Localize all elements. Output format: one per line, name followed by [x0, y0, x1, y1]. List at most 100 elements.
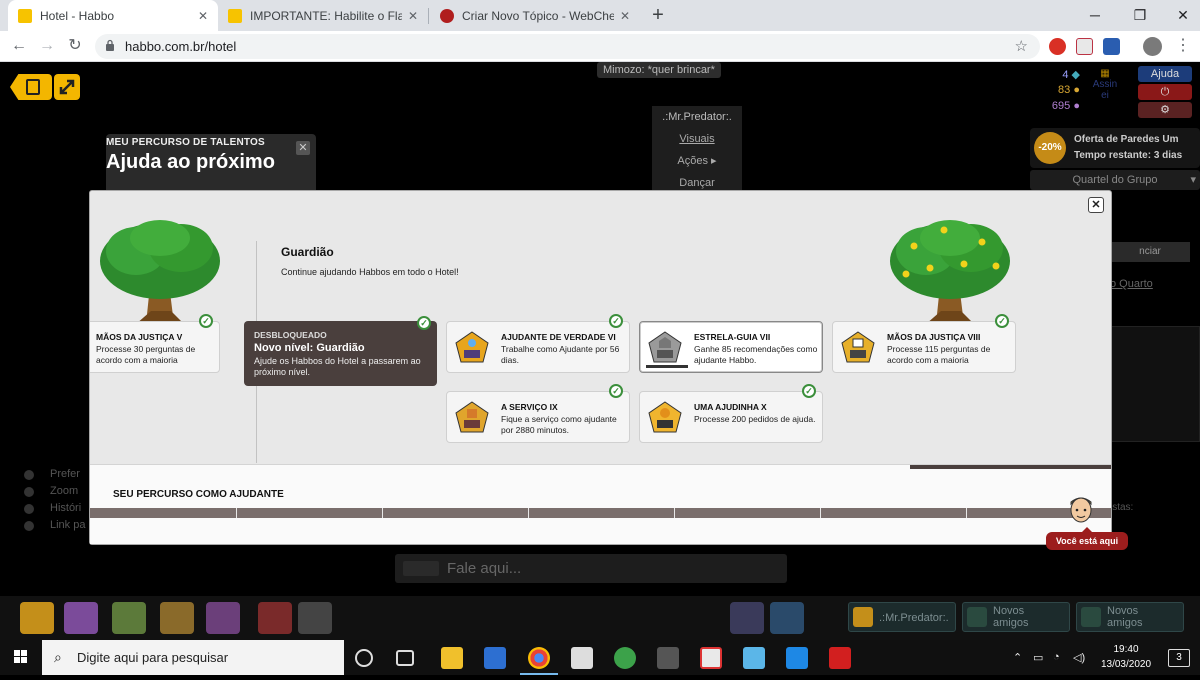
checkmark-icon: ✓ [609, 314, 623, 328]
avatar [853, 607, 873, 627]
help-button[interactable]: Ajuda [1138, 66, 1192, 82]
fullscreen-button[interactable] [54, 74, 80, 100]
friend-slot-new-2[interactable]: Novos amigos [1076, 602, 1184, 632]
avatar [1070, 497, 1092, 523]
profile-avatar[interactable] [1143, 37, 1162, 56]
avatar-icon[interactable] [258, 602, 292, 634]
checklist-app-icon[interactable] [700, 647, 722, 669]
chrome-icon[interactable] [528, 647, 550, 669]
friends-icon[interactable] [730, 602, 764, 634]
windows-start-button[interactable] [0, 640, 42, 675]
navigator-icon[interactable] [20, 602, 54, 634]
path-segment-divider [820, 508, 821, 518]
habbo-logo-icon [26, 79, 40, 95]
back-button[interactable]: ← [8, 35, 30, 57]
task-card-estrela-guia-vii[interactable]: ESTRELA-GUIA VII Ganhe 85 recomendações … [639, 321, 823, 373]
forward-button[interactable]: → [36, 35, 58, 57]
offer-title: Oferta de Paredes Um [1074, 134, 1179, 145]
habbo-game-canvas[interactable]: Mimozo: *quer brincar* MEU PERCURSO DE T… [0, 62, 1200, 640]
search-friends-icon[interactable] [770, 602, 804, 634]
volume-icon[interactable]: ◁) [1073, 651, 1085, 664]
notifications-button[interactable]: 3 [1168, 649, 1190, 667]
camera-icon[interactable] [298, 602, 332, 634]
new-friends-label: Novos amigos [993, 605, 1029, 629]
app-icon[interactable] [484, 647, 506, 669]
close-icon[interactable]: ✕ [620, 9, 630, 23]
media-app-icon[interactable] [657, 647, 679, 669]
adblock-extension-icon[interactable] [1049, 38, 1066, 55]
side-label: istas: [1110, 502, 1134, 513]
inventory-icon[interactable] [160, 602, 194, 634]
close-icon[interactable]: ✕ [198, 9, 208, 23]
tab-webcheats[interactable]: Criar Novo Tópico - WebCheats ✕ [430, 0, 640, 31]
task-title: ESTRELA-GUIA VII [694, 332, 771, 342]
task-card-uma-ajudinha-x[interactable]: ✓ UMA AJUDINHA X Processe 200 pedidos de… [639, 384, 823, 443]
credits-value: 83 [1058, 84, 1071, 96]
unlocked-desc: Ajude os Habbos do Hotel a passarem ao p… [254, 356, 421, 377]
inventory-side-panel [1106, 326, 1200, 442]
reload-button[interactable]: ↻ [64, 35, 86, 57]
task-title: MÃOS DA JUSTIÇA VIII [887, 332, 981, 342]
taskbar-search-input[interactable]: ⌕ Digite aqui para pesquisar [42, 640, 344, 675]
file-explorer-icon[interactable] [441, 647, 463, 669]
address-bar[interactable]: habbo.com.br/hotel ☆ [95, 34, 1040, 59]
horizontal-scrollbar[interactable] [910, 465, 1111, 469]
close-icon[interactable]: ✕ [408, 9, 418, 23]
close-icon[interactable]: ✕ [1088, 197, 1104, 213]
offer-banner[interactable]: -20% Oferta de Paredes Um Tempo restante… [1030, 128, 1200, 168]
tab-importante[interactable]: IMPORTANTE: Habilite o Flash Pla ✕ [218, 0, 428, 31]
tree-level-icon [100, 220, 220, 324]
tab-habbo-hotel[interactable]: Hotel - Habbo ✕ [8, 0, 218, 31]
friend-slot-self[interactable]: .:Mr.Predator:. [848, 602, 956, 632]
chat-style-selector[interactable] [403, 561, 439, 576]
helper-path-bar [90, 508, 1111, 518]
new-tab-button[interactable]: + [648, 4, 668, 26]
acrobat-icon[interactable] [829, 647, 851, 669]
club-button[interactable]: ▦ Assin ei [1090, 68, 1120, 101]
menu-kebab-icon[interactable]: ⋮ [1172, 35, 1194, 57]
task-desc: Fique a serviço como ajudante por 2880 m… [501, 414, 617, 435]
ducket-icon: ● [1073, 100, 1080, 112]
pdf-extension-icon[interactable] [1076, 38, 1093, 55]
chat-input[interactable]: Fale aqui... [395, 554, 787, 583]
close-window-button[interactable]: ✕ [1168, 4, 1198, 26]
wifi-icon[interactable]: ◔ [1053, 651, 1060, 663]
service-badge-icon [455, 401, 489, 433]
logout-button[interactable]: ⏻ [1138, 84, 1192, 100]
shop-icon[interactable] [206, 602, 240, 634]
room-link[interactable]: o Quarto [1110, 278, 1153, 290]
chat-bubble[interactable]: Mimozo: *quer brincar* [597, 62, 721, 78]
battery-icon[interactable]: ▭ [1033, 651, 1043, 664]
cortana-icon[interactable] [355, 649, 373, 667]
task-card-ajudante-verdade-vi[interactable]: ✓ AJUDANTE DE VERDADE VI Trabalhe como A… [446, 314, 630, 373]
level-title: Guardião [281, 245, 334, 259]
exit-room-button[interactable] [10, 74, 52, 100]
justice-badge-icon [841, 331, 875, 363]
chevron-up-icon[interactable]: ⌃ [1013, 651, 1022, 664]
download-extension-icon[interactable] [1103, 38, 1120, 55]
bookmark-star-icon[interactable]: ☆ [1015, 37, 1028, 55]
task-desc: Processe 30 perguntas de acordo com a ma… [96, 344, 196, 365]
calculator-icon[interactable] [571, 647, 593, 669]
unlocked-title: Novo nível: Guardião [254, 342, 365, 354]
system-clock[interactable]: 19:40 13/03/2020 [1096, 642, 1156, 672]
manage-button[interactable]: nciar [1110, 242, 1190, 262]
utorrent-icon[interactable] [614, 647, 636, 669]
close-icon[interactable]: ✕ [296, 141, 310, 155]
task-view-icon[interactable] [396, 650, 414, 666]
user-menu-visuals[interactable]: Visuais [652, 128, 742, 150]
settings-button[interactable]: ⚙ [1138, 102, 1192, 118]
minimize-button[interactable]: ─ [1080, 4, 1110, 26]
catalog-icon[interactable] [64, 602, 98, 634]
group-hq-header[interactable]: Quartel do Grupo ▾ [1030, 170, 1200, 190]
notes-app-icon[interactable] [743, 647, 765, 669]
store-app-icon[interactable] [786, 647, 808, 669]
task-card-maos-justica-viii[interactable]: ✓ MÃOS DA JUSTIÇA VIII Processe 115 perg… [832, 314, 1016, 373]
friend-slot-new-1[interactable]: Novos amigos [962, 602, 1070, 632]
task-card-maos-justica-v[interactable]: ✓ MÃOS DA JUSTIÇA V Processe 30 pergunta… [90, 314, 220, 373]
builders-club-icon[interactable] [112, 602, 146, 634]
task-desc: Trabalhe como Ajudante por 56 dias. [501, 344, 620, 365]
task-card-a-servico-ix[interactable]: ✓ A SERVIÇO IX Fique a serviço como ajud… [446, 384, 630, 443]
maximize-button[interactable]: ❐ [1125, 4, 1155, 26]
user-menu-actions[interactable]: Ações ▸ [652, 150, 742, 172]
